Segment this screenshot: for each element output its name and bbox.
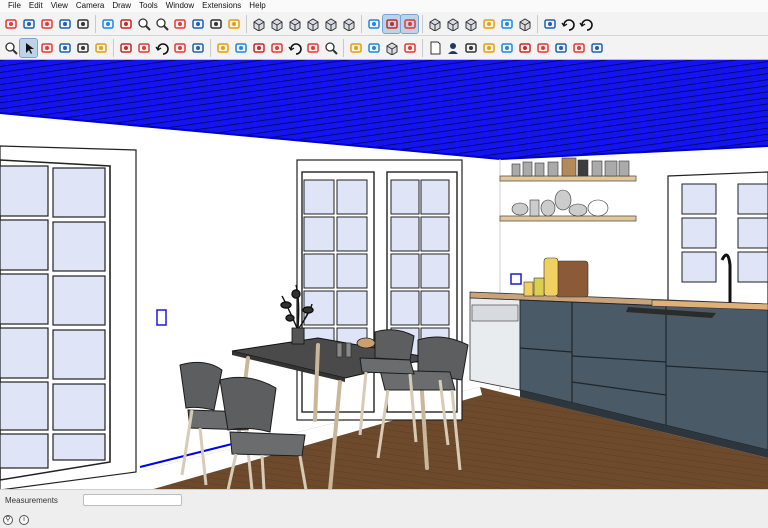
toolbar-separator: [113, 38, 114, 57]
position-camera-icon[interactable]: [171, 15, 188, 33]
offset-icon[interactable]: [189, 39, 206, 57]
status-bar: Measurements ⚲ i: [0, 489, 768, 528]
left-window: [0, 145, 137, 489]
box-style-icon[interactable]: [516, 15, 533, 33]
dimension-icon[interactable]: [232, 39, 249, 57]
sandbox-icon[interactable]: [541, 15, 558, 33]
3d-text-icon[interactable]: [74, 15, 91, 33]
user-icon[interactable]: [444, 39, 461, 57]
line-tool-icon[interactable]: [480, 39, 497, 57]
menu-bar: File Edit View Camera Draw Tools Window Extensi…: [0, 0, 768, 12]
look-around-icon[interactable]: [189, 15, 206, 33]
toolbar-separator: [422, 14, 423, 33]
measurements-label: Measurements: [5, 496, 58, 505]
pan-icon[interactable]: [304, 39, 321, 57]
refresh-icon[interactable]: [577, 15, 594, 33]
toolbar-separator: [361, 14, 362, 33]
scene-render: [0, 60, 768, 489]
menu-edit[interactable]: Edit: [25, 0, 47, 12]
warehouse-icon[interactable]: [516, 39, 533, 57]
zoom-window-icon[interactable]: [135, 15, 152, 33]
shaded-icon[interactable]: [444, 15, 461, 33]
shaded-texture-icon[interactable]: [462, 15, 479, 33]
section-display-icon[interactable]: [498, 15, 515, 33]
axes-icon[interactable]: [56, 15, 73, 33]
monochrome-icon[interactable]: [480, 15, 497, 33]
menu-camera[interactable]: Camera: [72, 0, 108, 12]
right-window: [667, 171, 768, 311]
walk-figure-icon[interactable]: [225, 15, 242, 33]
menu-view[interactable]: View: [47, 0, 72, 12]
viewport-3d[interactable]: [0, 59, 768, 489]
section-plane-icon[interactable]: [99, 15, 116, 33]
text-icon[interactable]: [38, 15, 55, 33]
paint-bucket-icon[interactable]: [20, 15, 37, 33]
menu-window[interactable]: Window: [162, 0, 198, 12]
eraser-icon[interactable]: [38, 39, 55, 57]
menu-help[interactable]: Help: [245, 0, 269, 12]
entity-info-icon[interactable]: [462, 39, 479, 57]
geo-location-icon[interactable]: ⚲: [3, 515, 13, 525]
walk-icon[interactable]: [207, 15, 224, 33]
back-view-icon[interactable]: [322, 15, 339, 33]
layout-icon[interactable]: [552, 39, 569, 57]
extension-warehouse-icon[interactable]: [534, 39, 551, 57]
pencil-icon[interactable]: [56, 39, 73, 57]
front-view-icon[interactable]: [286, 15, 303, 33]
rotate-scene-icon[interactable]: [559, 15, 576, 33]
toolbar-separator: [343, 38, 344, 57]
follow-me-icon[interactable]: [135, 39, 152, 57]
arc-icon[interactable]: [74, 39, 91, 57]
styles-icon[interactable]: [383, 39, 400, 57]
toolbar-separator: [95, 14, 96, 33]
push-pull-icon[interactable]: [117, 39, 134, 57]
iso-view-icon[interactable]: [250, 15, 267, 33]
hidden-line-icon[interactable]: [426, 15, 443, 33]
zoom-tool-icon[interactable]: [322, 39, 339, 57]
page-icon[interactable]: [426, 39, 443, 57]
menu-draw[interactable]: Draw: [108, 0, 135, 12]
make-component-icon[interactable]: [2, 15, 19, 33]
tape-measure-icon[interactable]: [214, 39, 231, 57]
info-icon[interactable]: i: [19, 515, 29, 525]
right-view-icon[interactable]: [304, 15, 321, 33]
zoom-icon[interactable]: [2, 39, 19, 57]
menu-file[interactable]: File: [4, 0, 25, 12]
toolbar-separator: [246, 14, 247, 33]
layers-icon[interactable]: [365, 39, 382, 57]
back-edges-icon[interactable]: [382, 13, 401, 34]
toolbar-separator: [210, 38, 211, 57]
toolbar-separator: [422, 38, 423, 57]
solid-tools-icon[interactable]: [347, 39, 364, 57]
measurements-input[interactable]: [83, 494, 182, 506]
menu-extensions[interactable]: Extensions: [198, 0, 245, 12]
select-icon[interactable]: [19, 37, 38, 58]
toolbar-separator: [537, 14, 538, 33]
scale-icon[interactable]: [171, 39, 188, 57]
toolbar-row-2: [0, 36, 768, 60]
section-fill-icon[interactable]: [117, 15, 134, 33]
wireframe-icon[interactable]: [400, 13, 419, 34]
zoom-extents-icon[interactable]: [153, 15, 170, 33]
xray-icon[interactable]: [365, 15, 382, 33]
protractor-icon[interactable]: [250, 39, 267, 57]
toolbar-row-1: [0, 12, 768, 36]
ext-blue-icon[interactable]: [588, 39, 605, 57]
rectangle-icon[interactable]: [92, 39, 109, 57]
ruby-console-icon[interactable]: [498, 39, 515, 57]
orbit-icon[interactable]: [286, 39, 303, 57]
text-label-icon[interactable]: [268, 39, 285, 57]
menu-tools[interactable]: Tools: [135, 0, 162, 12]
rotate-icon[interactable]: [153, 39, 170, 57]
top-view-icon[interactable]: [268, 15, 285, 33]
left-view-icon[interactable]: [340, 15, 357, 33]
ext-red-icon[interactable]: [570, 39, 587, 57]
shadows-icon[interactable]: [401, 39, 418, 57]
